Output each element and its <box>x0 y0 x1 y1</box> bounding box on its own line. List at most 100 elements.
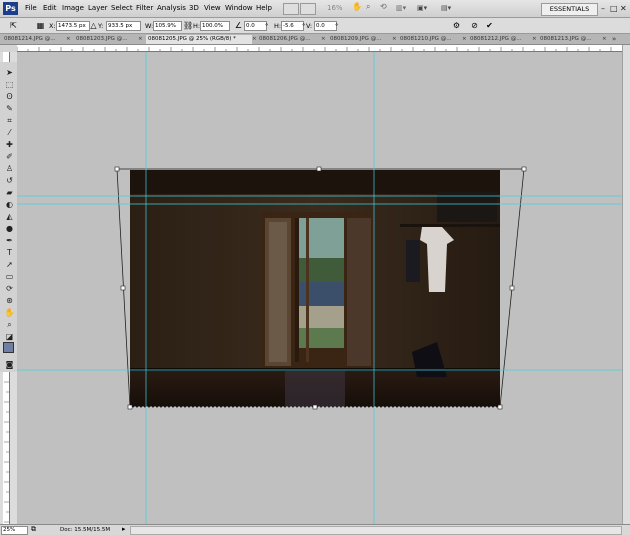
tab-close-icon[interactable]: × <box>602 35 607 44</box>
extras-menu-icon[interactable]: ▤▾ <box>441 4 451 12</box>
pen-tool-icon[interactable]: ✒ <box>4 236 15 246</box>
shape-tool-icon[interactable]: ▭ <box>4 272 15 282</box>
arrange-documents-icon[interactable]: ▥▾ <box>396 4 406 12</box>
zoom-tool-icon[interactable]: ⌕ <box>366 2 370 12</box>
vertical-scrollbar[interactable] <box>622 45 630 524</box>
x-field[interactable]: 1473.5 px <box>56 21 90 31</box>
workspace-switcher[interactable]: ESSENTIALS <box>541 3 598 16</box>
tab-close-icon[interactable]: × <box>321 35 326 44</box>
menu-image[interactable]: Image <box>62 4 84 12</box>
menu-layer[interactable]: Layer <box>88 4 108 12</box>
tab-close-icon[interactable]: × <box>532 35 537 44</box>
tool-preset-icon[interactable]: ⇱ <box>9 21 18 30</box>
menu-analysis[interactable]: Analysis <box>157 4 186 12</box>
tab-08081206[interactable]: 08081206.JPG @... <box>259 35 321 44</box>
type-tool-icon[interactable]: T <box>4 248 15 258</box>
bridge-icon[interactable] <box>283 3 299 15</box>
path-selection-tool-icon[interactable]: ➚ <box>4 260 15 270</box>
vertical-skew-field[interactable]: 0.0 <box>314 21 337 31</box>
tab-close-icon[interactable]: × <box>138 35 143 44</box>
horizontal-ruler[interactable] <box>17 45 622 52</box>
tab-close-icon[interactable]: × <box>462 35 467 44</box>
canvas-area[interactable] <box>17 52 622 524</box>
menu-file[interactable]: File <box>25 4 37 12</box>
foreground-color-swatch[interactable] <box>3 342 14 353</box>
handle-top-center[interactable] <box>316 166 322 172</box>
menu-3d[interactable]: 3D <box>189 4 199 12</box>
width-field[interactable]: 105.9% <box>153 21 182 31</box>
horizontal-skew-field[interactable]: -5.6 <box>281 21 304 31</box>
menu-filter[interactable]: Filter <box>136 4 153 12</box>
tab-overflow-icon[interactable]: » <box>612 35 616 44</box>
quick-mask-icon[interactable]: ◙ <box>4 360 15 370</box>
blur-tool-icon[interactable]: ◭ <box>4 212 15 222</box>
tab-close-icon[interactable]: × <box>66 35 71 44</box>
tab-08081213[interactable]: 08081213.JPG @... <box>540 35 602 44</box>
gradient-tool-icon[interactable]: ◐ <box>4 200 15 210</box>
height-field[interactable]: 100.0% <box>200 21 230 31</box>
menu-view[interactable]: View <box>204 4 221 12</box>
status-options-icon[interactable]: ⧉ <box>31 525 36 534</box>
tab-08081203[interactable]: 08081203.JPG @... <box>76 35 138 44</box>
hand-tool-icon[interactable]: ✋ <box>352 2 362 11</box>
status-menu-arrow-icon[interactable]: ▸ <box>122 525 126 533</box>
menu-select[interactable]: Select <box>111 4 133 12</box>
hand-tool-icon[interactable]: ✋ <box>4 308 15 318</box>
tab-close-icon[interactable]: × <box>252 35 257 44</box>
tab-08081214[interactable]: 08081214.JPG @... <box>4 35 66 44</box>
close-button[interactable]: ✕ <box>620 4 627 13</box>
commit-transform-icon[interactable]: ✔ <box>485 21 494 30</box>
reference-point-icon[interactable]: ▦ <box>36 21 45 30</box>
menu-window[interactable]: Window <box>225 4 253 12</box>
relative-position-icon[interactable]: △ <box>89 21 98 30</box>
zoom-tool-icon[interactable]: ⌕ <box>4 320 15 330</box>
y-label: Y: <box>98 22 104 30</box>
zoom-level-menu[interactable]: 16% <box>327 4 343 12</box>
angle-field[interactable]: 0.0 <box>244 21 267 31</box>
marquee-tool-icon[interactable]: ⬚ <box>4 80 15 90</box>
eraser-tool-icon[interactable]: ▰ <box>4 188 15 198</box>
rotate-view-icon[interactable]: ⟲ <box>380 2 387 11</box>
toolbox: ➤ ⬚ ʘ ✎ ⌗ ⁄ ✚ ✐ ♙ ↺ ▰ ◐ ◭ ● ✒ T ➚ ▭ ⟳ ⊛ … <box>0 62 18 372</box>
minimize-button[interactable]: – <box>601 4 605 13</box>
handle-top-right[interactable] <box>521 166 527 172</box>
3d-rotate-tool-icon[interactable]: ⟳ <box>4 284 15 294</box>
handle-middle-left[interactable] <box>120 285 126 291</box>
tab-08081210[interactable]: 08081210.JPG @... <box>400 35 462 44</box>
lasso-tool-icon[interactable]: ʘ <box>4 92 15 102</box>
x-label: X: <box>49 22 56 30</box>
clone-stamp-tool-icon[interactable]: ♙ <box>4 164 15 174</box>
link-icon[interactable]: ⛓ <box>183 21 193 30</box>
handle-top-left[interactable] <box>114 166 120 172</box>
tab-08081205-active[interactable]: 08081205.JPG @ 25% (RGB/8) * <box>146 35 252 44</box>
default-colors-icon[interactable]: ◪ <box>4 332 15 342</box>
w-label: W: <box>145 22 154 30</box>
menu-edit[interactable]: Edit <box>43 4 57 12</box>
history-brush-tool-icon[interactable]: ↺ <box>4 176 15 186</box>
mini-bridge-icon[interactable] <box>300 3 316 15</box>
3d-orbit-tool-icon[interactable]: ⊛ <box>4 296 15 306</box>
quick-selection-tool-icon[interactable]: ✎ <box>4 104 15 114</box>
photoshop-logo: Ps <box>3 2 18 15</box>
y-field[interactable]: 933.5 px <box>106 21 141 31</box>
brush-tool-icon[interactable]: ✐ <box>4 152 15 162</box>
document-canvas[interactable] <box>17 52 622 524</box>
move-tool-icon[interactable]: ➤ <box>4 68 15 78</box>
tab-close-icon[interactable]: × <box>392 35 397 44</box>
restore-button[interactable]: □ <box>610 4 618 13</box>
crop-tool-icon[interactable]: ⌗ <box>4 116 15 126</box>
rotate-angle-icon: ∠ <box>234 21 243 30</box>
options-bar: ⇱ ▦ X: 1473.5 px △ Y: 933.5 px W: 105.9%… <box>0 18 630 34</box>
warp-mode-icon[interactable]: ⚙ <box>452 21 461 30</box>
eyedropper-tool-icon[interactable]: ⁄ <box>4 128 15 138</box>
cancel-transform-icon[interactable]: ⊘ <box>470 21 479 30</box>
healing-brush-tool-icon[interactable]: ✚ <box>4 140 15 150</box>
dodge-tool-icon[interactable]: ● <box>4 224 15 234</box>
tab-08081209[interactable]: 08081209.JPG @... <box>330 35 392 44</box>
tab-08081212[interactable]: 08081212.JPG @... <box>470 35 532 44</box>
handle-middle-right[interactable] <box>509 285 515 291</box>
document-tab-bar: 08081214.JPG @... × 08081203.JPG @... × 08… <box>0 34 630 45</box>
menu-help[interactable]: Help <box>256 4 272 12</box>
menu-bar: Ps File Edit Image Layer Select Filter A… <box>0 0 630 18</box>
screen-mode-icon[interactable]: ▣▾ <box>417 4 427 12</box>
